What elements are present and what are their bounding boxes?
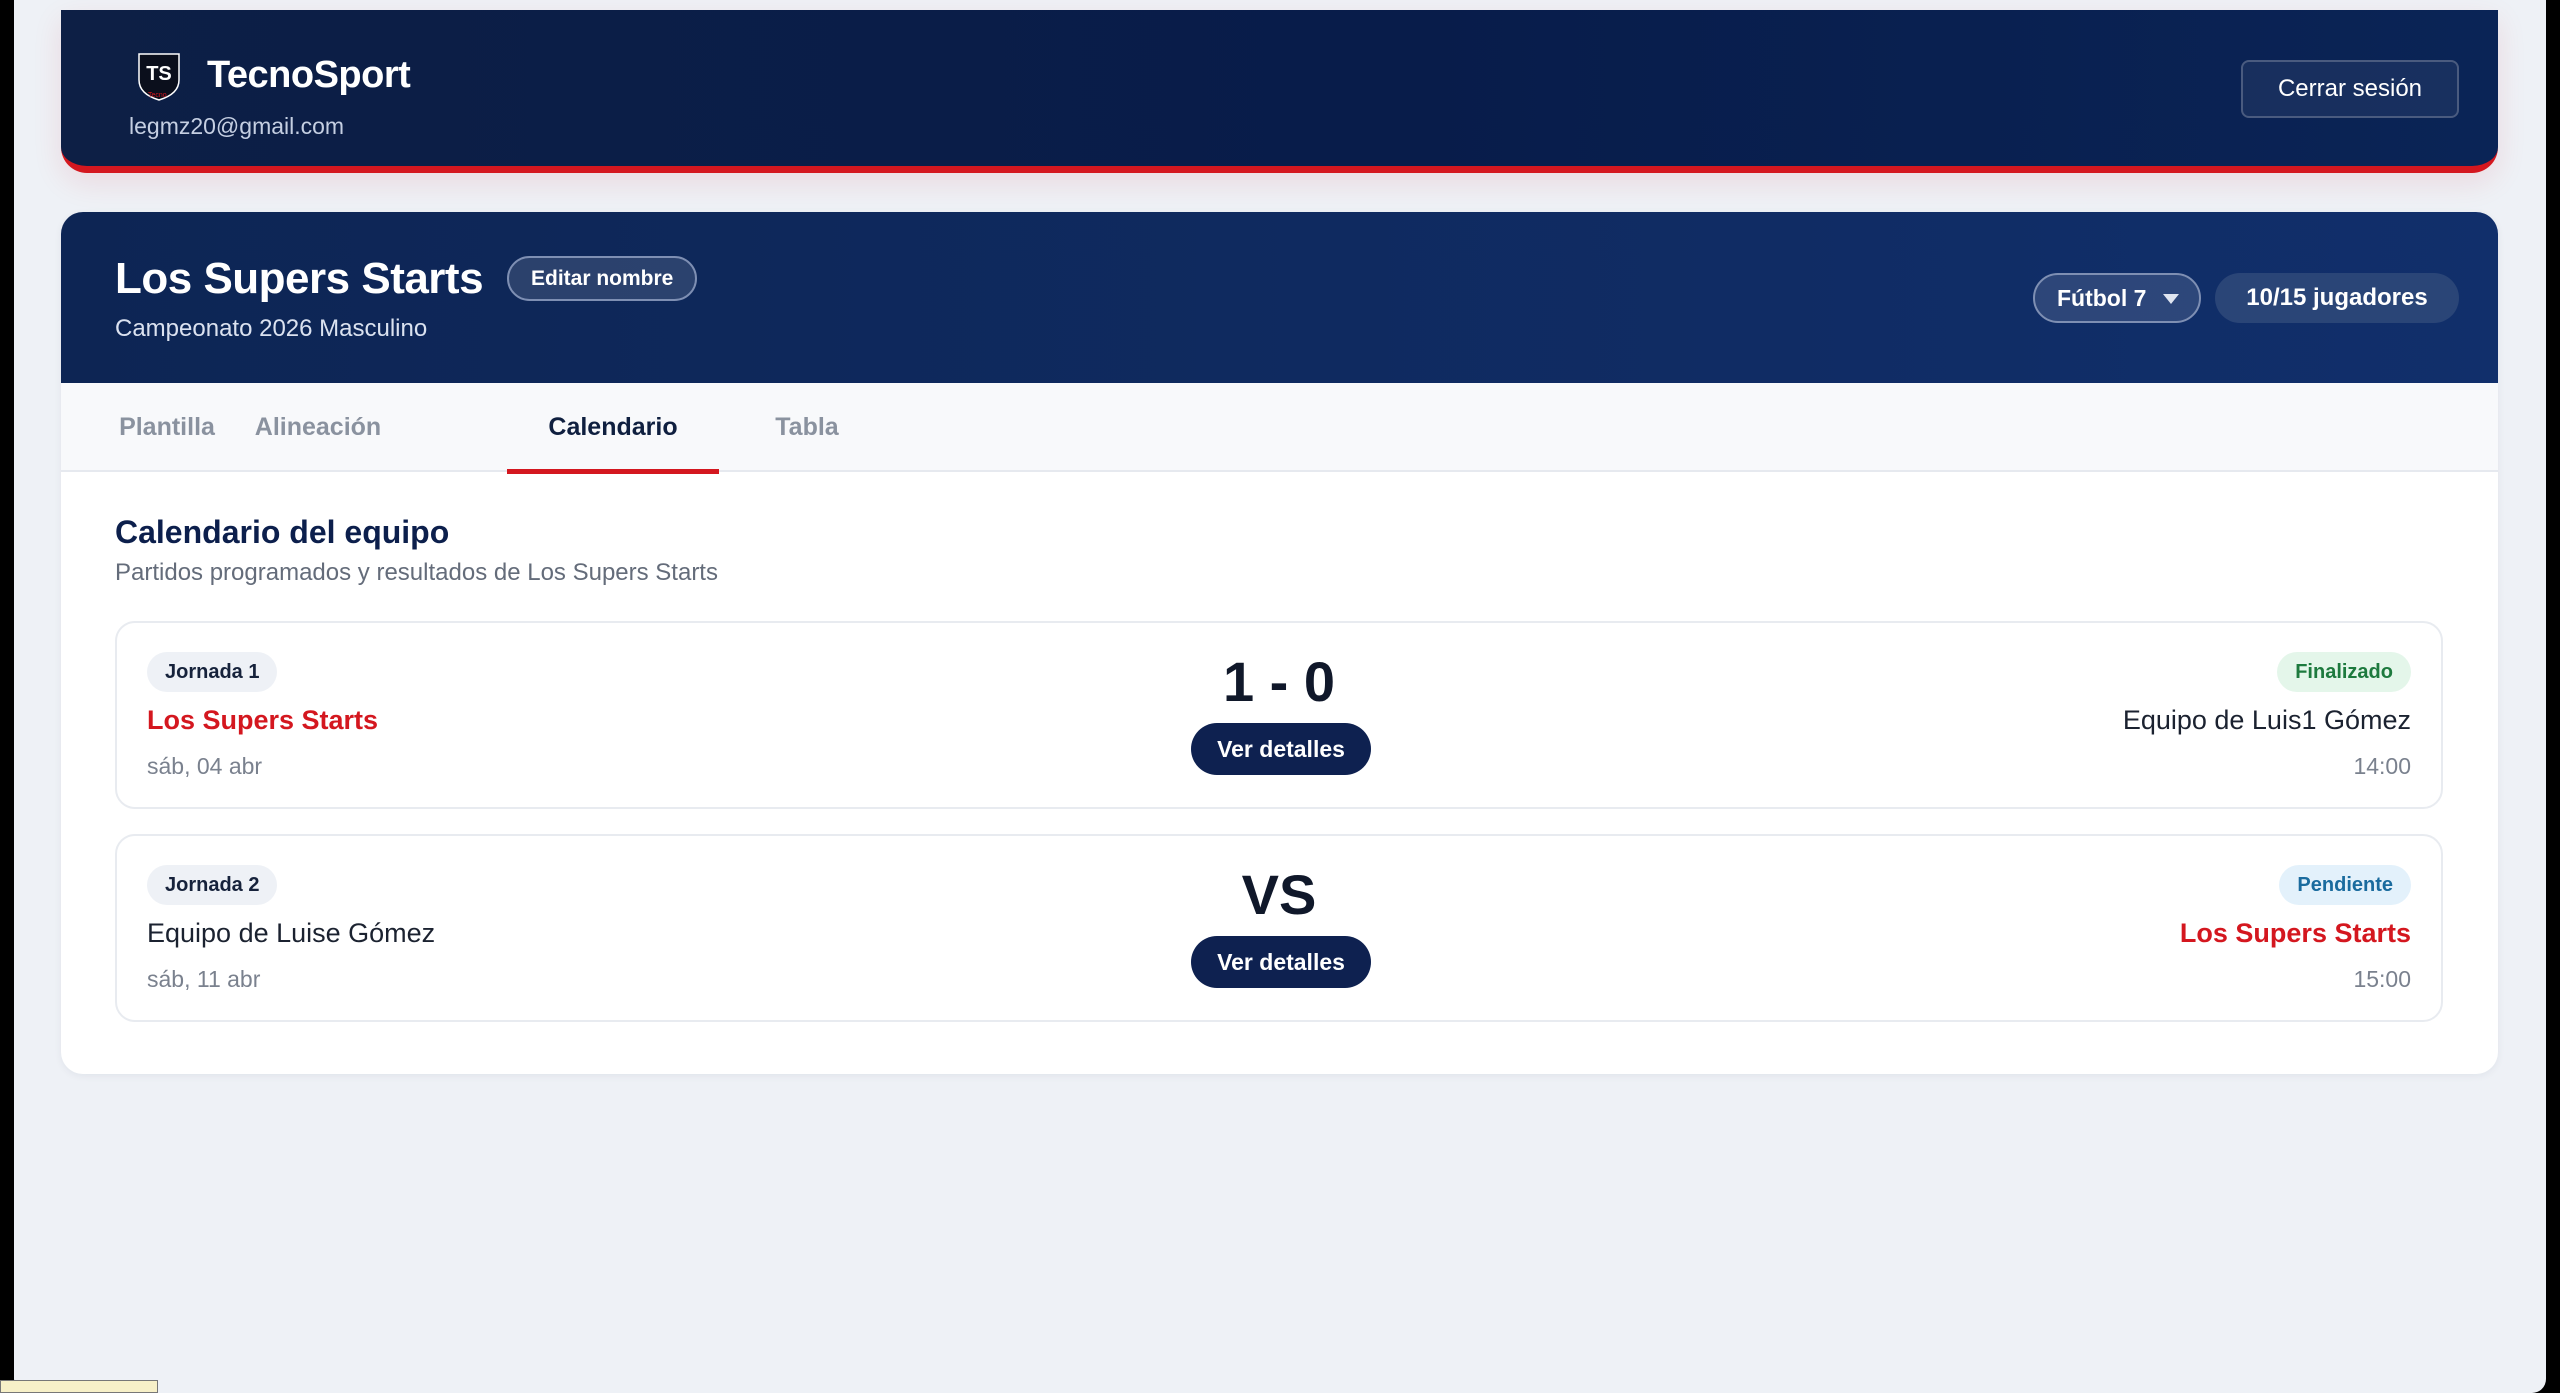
logout-button[interactable]: Cerrar sesión [2241,60,2459,118]
app-header: TS Tecno TecnoSport legmz20@gmail.com Ce… [61,10,2498,173]
view-details-button[interactable]: Ver detalles [1191,723,1371,775]
status-tooltip [0,1380,158,1393]
chevron-down-icon [2163,294,2179,304]
status-badge: Finalizado [2277,652,2411,692]
team-name: Los Supers Starts [115,254,484,303]
tab-alineacion[interactable]: Alineación [241,383,395,472]
match-date: sáb, 11 abr [147,966,261,992]
edit-name-button[interactable]: Editar nombre [507,256,698,301]
calendar-title: Calendario del equipo [115,514,450,550]
championship-label: Campeonato 2026 Masculino [115,315,428,342]
svg-text:TS: TS [146,63,172,85]
sport-select[interactable]: Fútbol 7 [2033,273,2201,323]
tab-bar: Plantilla Alineación Calendario Tabla [61,383,2498,474]
user-email: legmz20@gmail.com [129,113,345,139]
match-card: Jornada 2 Equipo de Luise Gómez sáb, 11 … [115,834,2443,1022]
brand-name: TecnoSport [207,54,411,96]
team-card: Los Supers Starts Editar nombre Campeona… [61,212,2498,1074]
status-badge: Pendiente [2279,865,2411,905]
match-time: 15:00 [2353,966,2411,992]
tab-tabla[interactable]: Tabla [751,383,863,472]
away-team: Equipo de Luis1 Gómez [2122,705,2411,735]
players-count-badge: 10/15 jugadores [2215,273,2459,323]
svg-text:Tecno: Tecno [148,92,167,99]
team-header: Los Supers Starts Editar nombre Campeona… [61,212,2498,383]
tecnosport-logo-icon: TS Tecno [133,50,185,102]
match-date: sáb, 04 abr [147,753,263,779]
view-details-button[interactable]: Ver detalles [1191,936,1371,988]
match-time: 14:00 [2353,753,2411,779]
tab-calendario[interactable]: Calendario [507,383,719,474]
match-vs: VS [1241,863,1317,926]
calendar-subtitle: Partidos programados y resultados de Los… [115,559,718,586]
app-screen: TS Tecno TecnoSport legmz20@gmail.com Ce… [14,0,2546,1393]
match-score: 1 - 0 [1222,650,1336,713]
match-card: Jornada 1 Los Supers Starts sáb, 04 abr … [115,621,2443,809]
tab-plantilla[interactable]: Plantilla [109,383,225,472]
away-team: Los Supers Starts [2179,918,2411,948]
sport-select-value: Fútbol 7 [2057,284,2147,311]
